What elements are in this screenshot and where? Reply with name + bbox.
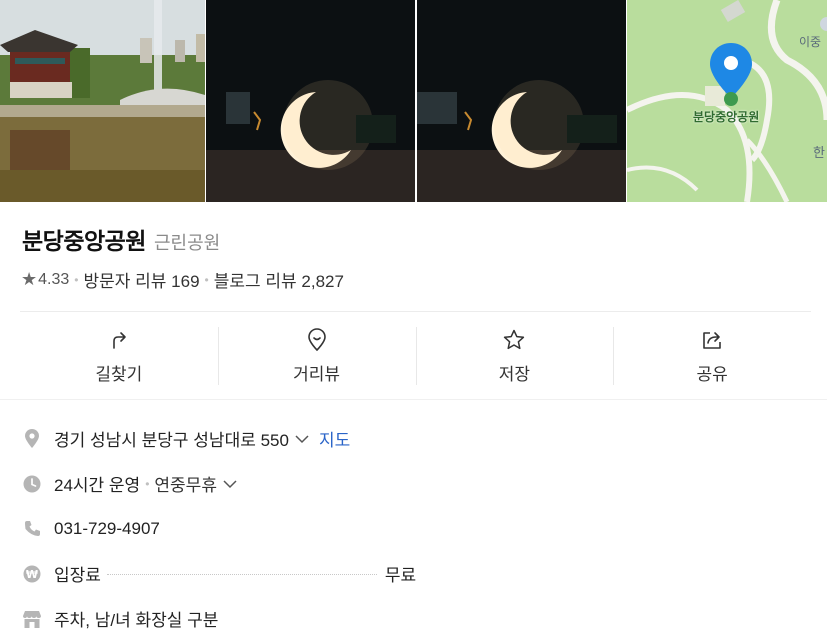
separator-dot: • (204, 272, 209, 287)
amenities-row: 주차, 남/녀 화장실 구분 (22, 596, 802, 641)
share-label: 공유 (696, 365, 728, 384)
save-label: 저장 (498, 365, 531, 384)
location-pin-icon (22, 428, 42, 449)
map-thumbnail[interactable]: 분당중앙공원 이중 한 (627, 0, 827, 202)
hours-text: 24시간 운영 (54, 476, 141, 495)
section-divider (0, 399, 827, 400)
visitor-review-count: 169 (171, 272, 200, 291)
street-view-button[interactable]: 거리뷰 (217, 325, 416, 387)
amenities-text: 주차, 남/녀 화장실 구분 (54, 611, 219, 630)
clock-icon (22, 474, 42, 494)
phone-icon (22, 519, 42, 539)
info-list: 경기 성남시 분당구 성남대로 550 지도 24시간 운영 • 연중무휴 03… (22, 416, 802, 641)
separator-dot: • (74, 272, 79, 287)
moon-sculpture-photo-1[interactable] (206, 0, 415, 202)
blog-review-link[interactable]: 블로그 리뷰 2,827 (214, 267, 344, 292)
chevron-down-icon[interactable] (223, 474, 237, 494)
fee-value: 무료 (384, 566, 417, 585)
map-edge-text-right: 한 (813, 145, 825, 160)
won-coin-icon: ₩ (22, 564, 42, 584)
title-row: 분당중앙공원 근린공원 (22, 222, 220, 256)
place-category: 근린공원 (153, 233, 221, 253)
rating-score: 4.33 (38, 270, 70, 288)
save-button[interactable]: 저장 (415, 325, 614, 387)
moon-sculpture-photo-2[interactable] (417, 0, 626, 202)
fee-row: ₩ 입장료 무료 (22, 551, 802, 596)
map-edge-text-top: 이중 (799, 35, 822, 49)
street-view-label: 거리뷰 (293, 365, 341, 384)
rating-star-icon: ★ (21, 269, 38, 289)
directions-button[interactable]: 길찾기 (20, 325, 218, 387)
map-park-icon (724, 92, 738, 106)
action-bar: 길찾기 거리뷰 저장 공유 (20, 325, 811, 387)
dotted-leader (106, 573, 377, 575)
hours-row: 24시간 운영 • 연중무휴 (22, 461, 802, 506)
chevron-down-icon[interactable] (295, 429, 309, 449)
divider (20, 311, 811, 312)
phone-number[interactable]: 031-729-4907 (54, 519, 160, 539)
hours-note: 연중무휴 (154, 476, 217, 495)
visitor-review-label: 방문자 리뷰 (83, 272, 167, 291)
address-text: 경기 성남시 분당구 성남대로 550 (54, 431, 289, 450)
separator-dot: • (145, 476, 150, 491)
rating-row: ★ 4.33 • 방문자 리뷰 169 • 블로그 리뷰 2,827 (21, 267, 344, 292)
park-pavilion-photo[interactable] (0, 0, 205, 202)
map-link[interactable]: 지도 (319, 426, 350, 451)
svg-text:₩: ₩ (26, 568, 38, 581)
store-icon (22, 609, 42, 629)
blog-review-count: 2,827 (301, 272, 344, 291)
directions-icon (108, 326, 130, 354)
share-icon (700, 326, 724, 354)
photo-strip: 분당중앙공원 이중 한 (0, 0, 827, 202)
share-button[interactable]: 공유 (613, 325, 811, 387)
phone-row: 031-729-4907 (22, 506, 802, 551)
visitor-review-link[interactable]: 방문자 리뷰 169 (83, 267, 199, 292)
address-row: 경기 성남시 분당구 성남대로 550 지도 (22, 416, 802, 461)
star-icon (502, 326, 526, 354)
blog-review-label: 블로그 리뷰 (213, 272, 297, 291)
directions-label: 길찾기 (95, 365, 143, 384)
fee-label: 입장료 (54, 566, 101, 585)
street-view-icon (306, 326, 328, 354)
map-pin-label: 분당중앙공원 (693, 110, 760, 124)
place-name: 분당중앙공원 (22, 228, 146, 254)
